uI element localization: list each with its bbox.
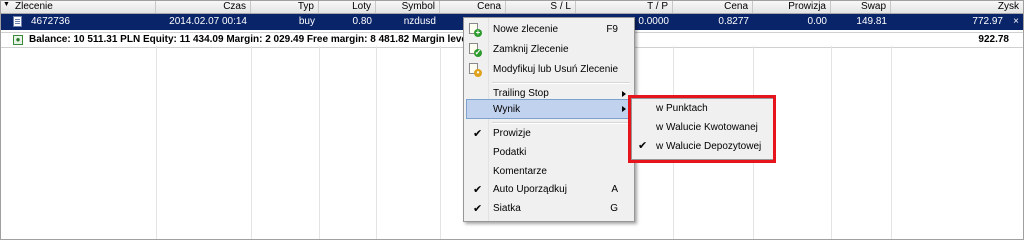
col-swap[interactable]: Swap xyxy=(831,1,891,13)
check-icon: ✔ xyxy=(473,128,483,140)
modify-order-icon: • xyxy=(469,63,482,77)
menu-item-auto-sort[interactable]: ✔ Auto Uporządkuj A xyxy=(466,180,632,200)
grid-line xyxy=(319,46,320,239)
table-header: ▼ Zlecenie Czas Typ Loty Symbol Cena S /… xyxy=(1,1,1023,14)
grid-line xyxy=(891,46,892,239)
col-prowizja[interactable]: Prowizja xyxy=(753,1,831,13)
order-commission: 0.00 xyxy=(807,16,827,27)
close-order-icon[interactable]: × xyxy=(1013,14,1019,30)
menu-item-komentarze[interactable]: Komentarze xyxy=(466,162,632,182)
grid-line xyxy=(156,46,157,239)
col-typ[interactable]: Typ xyxy=(251,1,319,13)
grid-line xyxy=(251,46,252,239)
balance-icon: ● xyxy=(13,35,23,45)
grid-line xyxy=(831,46,832,239)
order-type: buy xyxy=(298,16,315,27)
order-symbol: nzdusd xyxy=(403,16,436,27)
order-profit: 772.97 xyxy=(972,16,1003,27)
close-order-icon: ✓ xyxy=(469,43,482,57)
order-id: 4672736 xyxy=(31,16,70,27)
col-tp[interactable]: T / P xyxy=(576,1,673,13)
col-cena-open[interactable]: Cena xyxy=(440,1,506,13)
context-menu: + Nowe zlecenie F9 ✓ Zamknij Zlecenie • … xyxy=(463,17,635,222)
menu-item-grid[interactable]: ✔ Siatka G xyxy=(466,199,632,219)
order-lots: 0.80 xyxy=(352,16,372,27)
submenu-arrow-icon xyxy=(622,91,626,97)
order-swap: 149.81 xyxy=(856,16,887,27)
submenu-arrow-icon xyxy=(622,106,626,112)
menu-item-new-order[interactable]: + Nowe zlecenie F9 xyxy=(466,20,632,40)
col-zlecenie[interactable]: Zlecenie xyxy=(1,1,156,13)
grid-line xyxy=(376,46,377,239)
menu-item-close-order[interactable]: ✓ Zamknij Zlecenie xyxy=(466,40,632,60)
check-icon: ✔ xyxy=(473,203,483,215)
highlight-annotation-box xyxy=(628,95,776,163)
menu-item-podatki[interactable]: Podatki xyxy=(466,143,632,163)
col-zysk[interactable]: Zysk xyxy=(891,1,1023,13)
col-czas[interactable]: Czas xyxy=(156,1,251,13)
order-document-icon xyxy=(13,16,22,27)
total-profit: 922.78 xyxy=(978,34,1009,45)
menu-item-prowizje[interactable]: ✔ Prowizje xyxy=(466,124,632,144)
check-icon: ✔ xyxy=(473,184,483,196)
grid-line xyxy=(440,46,441,239)
balance-summary: Balance: 10 511.31 PLN Equity: 11 434.09… xyxy=(29,34,474,45)
col-symbol[interactable]: Symbol xyxy=(376,1,440,13)
col-loty[interactable]: Loty xyxy=(319,1,376,13)
col-cena-current[interactable]: Cena xyxy=(673,1,753,13)
new-order-icon: + xyxy=(469,23,482,37)
order-price-current: 0.8277 xyxy=(718,16,749,27)
col-sl[interactable]: S / L xyxy=(506,1,576,13)
order-time: 2014.02.07 00:14 xyxy=(169,16,247,27)
menu-item-wynik[interactable]: Wynik xyxy=(466,99,632,119)
menu-item-modify-order[interactable]: • Modyfikuj lub Usuń Zlecenie xyxy=(466,60,632,80)
